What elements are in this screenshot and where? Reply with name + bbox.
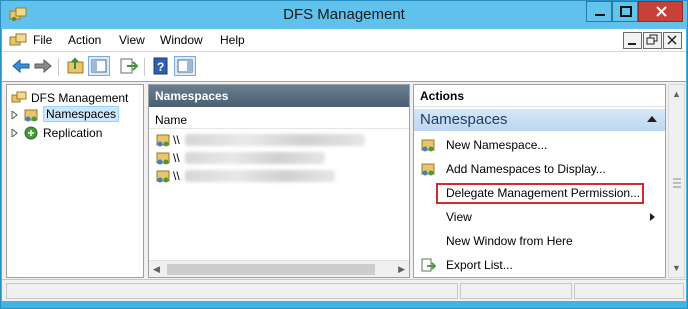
expand-arrow-icon[interactable] xyxy=(11,111,19,119)
toolbar: ? xyxy=(2,51,686,81)
add-namespaces-icon xyxy=(421,163,435,176)
action-add-namespaces-to-display[interactable]: Add Namespaces to Display... xyxy=(414,157,665,181)
child-restore-button[interactable] xyxy=(643,32,662,49)
forward-button[interactable] xyxy=(32,56,54,76)
submenu-arrow-icon xyxy=(650,213,655,221)
namespace-path: \\ xyxy=(173,151,180,165)
actions-pane: Actions Namespaces New Namespace... Add … xyxy=(413,84,666,278)
status-segment xyxy=(6,283,458,299)
back-arrow-icon xyxy=(12,58,30,74)
results-pane-header: Namespaces xyxy=(149,85,409,107)
dfs-management-window: DFS Management File Action View Window H… xyxy=(0,0,688,309)
actions-group-label: Namespaces xyxy=(420,111,508,128)
back-button[interactable] xyxy=(10,56,32,76)
status-segment xyxy=(460,283,572,299)
redacted-text xyxy=(185,152,325,164)
maximize-button[interactable] xyxy=(612,1,638,22)
action-export-list[interactable]: Export List... xyxy=(414,253,665,277)
namespace-row[interactable]: \\ xyxy=(155,149,395,167)
action-view[interactable]: View xyxy=(414,205,665,229)
menu-help[interactable]: Help xyxy=(220,33,245,47)
action-label: View xyxy=(446,210,472,224)
tree-item-namespaces-label: Namespaces xyxy=(43,106,120,122)
dfs-management-icon xyxy=(11,91,27,103)
namespaces-icon xyxy=(24,109,38,122)
redacted-text xyxy=(185,134,365,146)
action-delegate-management-permission[interactable]: Delegate Management Permission... xyxy=(414,181,665,205)
actions-pane-header: Actions xyxy=(414,85,665,107)
menu-file[interactable]: File xyxy=(33,33,52,47)
vertical-scrollbar[interactable]: ▲ ▼ xyxy=(668,84,685,278)
show-hide-tree-button[interactable] xyxy=(88,56,110,76)
toolbar-separator xyxy=(58,58,59,76)
action-label: New Window from Here xyxy=(446,234,573,248)
action-label: New Namespace... xyxy=(446,138,548,152)
minimize-button[interactable] xyxy=(586,1,612,22)
horizontal-scrollbar[interactable]: ◀ ▶ xyxy=(149,260,409,277)
folder-up-icon xyxy=(67,57,84,74)
menu-window[interactable]: Window xyxy=(160,33,203,47)
help-button[interactable]: ? xyxy=(150,56,172,76)
export-list-button[interactable] xyxy=(118,56,140,76)
namespace-path: \\ xyxy=(173,169,180,183)
action-new-namespace[interactable]: New Namespace... xyxy=(414,133,665,157)
console-tree: DFS Management Namespaces Replication xyxy=(6,84,144,278)
collapse-caret-icon[interactable] xyxy=(647,116,657,122)
namespace-path: \\ xyxy=(173,133,180,147)
help-book-icon: ? xyxy=(153,57,168,75)
status-bar xyxy=(2,279,686,301)
scroll-left-icon[interactable]: ◀ xyxy=(153,264,160,275)
namespace-row[interactable]: \\ xyxy=(155,131,395,149)
close-button[interactable] xyxy=(638,1,683,22)
namespace-icon xyxy=(156,152,170,165)
tree-root-label: DFS Management xyxy=(31,91,129,105)
menu-bar: File Action View Window Help xyxy=(2,29,686,51)
scroll-grip-icon[interactable] xyxy=(672,177,682,189)
menu-action[interactable]: Action xyxy=(68,33,101,47)
status-segment xyxy=(574,283,684,299)
show-hide-action-pane-button[interactable] xyxy=(174,56,196,76)
action-label: Delegate Management Permission... xyxy=(446,186,641,200)
replication-icon xyxy=(24,126,38,140)
export-icon xyxy=(421,258,436,272)
redacted-text xyxy=(185,170,335,182)
console-tree-icon xyxy=(91,59,107,73)
export-list-icon xyxy=(120,58,139,74)
child-minimize-button[interactable] xyxy=(623,32,642,49)
scroll-right-icon[interactable]: ▶ xyxy=(398,264,405,275)
child-close-button[interactable] xyxy=(663,32,682,49)
namespace-icon xyxy=(156,134,170,147)
tree-item-replication-label: Replication xyxy=(43,126,103,140)
namespace-icon xyxy=(156,170,170,183)
action-pane-icon xyxy=(177,59,193,73)
up-one-level-button[interactable] xyxy=(65,56,87,76)
column-header-name[interactable]: Name xyxy=(149,111,409,129)
actions-group-namespaces[interactable]: Namespaces xyxy=(414,109,665,131)
window-title: DFS Management xyxy=(283,6,405,23)
action-label: Add Namespaces to Display... xyxy=(446,162,606,176)
results-pane: Namespaces Name \\ \\ \\ ◀ ▶ xyxy=(148,84,410,278)
menu-view[interactable]: View xyxy=(119,33,145,47)
scroll-down-icon[interactable]: ▼ xyxy=(672,263,681,273)
toolbar-separator xyxy=(144,58,145,76)
expand-arrow-icon[interactable] xyxy=(11,129,19,137)
action-label: Export List... xyxy=(446,258,513,272)
action-new-window-from-here[interactable]: New Window from Here xyxy=(414,229,665,253)
svg-text:?: ? xyxy=(157,60,164,74)
content-area: DFS Management Namespaces Replication Na… xyxy=(2,81,686,279)
scroll-up-icon[interactable]: ▲ xyxy=(672,89,681,99)
title-bar[interactable]: DFS Management xyxy=(1,1,687,29)
scroll-thumb[interactable] xyxy=(167,264,375,275)
forward-arrow-icon xyxy=(34,58,52,74)
new-namespace-icon xyxy=(421,139,435,152)
namespace-row[interactable]: \\ xyxy=(155,167,395,185)
mmc-console-icon[interactable] xyxy=(9,32,27,48)
